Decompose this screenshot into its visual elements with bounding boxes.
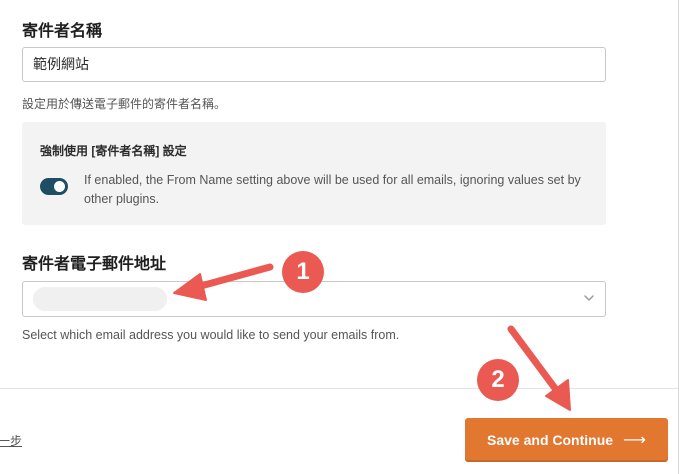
save-and-continue-label: Save and Continue bbox=[487, 432, 614, 448]
from-name-help: 設定用於傳送電子郵件的寄件者名稱。 bbox=[22, 97, 227, 111]
chevron-down-icon bbox=[584, 295, 594, 301]
from-email-help: Select which email address you would lik… bbox=[22, 328, 400, 342]
from-email-label: 寄件者電子郵件地址 bbox=[22, 256, 167, 273]
arrow-right-icon: ⟶ bbox=[623, 432, 646, 449]
force-from-name-description: If enabled, the From Name setting above … bbox=[84, 173, 581, 206]
save-and-continue-button[interactable]: Save and Continue ⟶ bbox=[465, 418, 668, 462]
from-name-input[interactable]: 範例網站 bbox=[22, 47, 606, 82]
redacted-email-value bbox=[33, 287, 167, 311]
toggle-knob bbox=[54, 181, 65, 192]
from-name-label: 寄件者名稱 bbox=[22, 23, 103, 40]
annotation-badge-2: 2 bbox=[477, 359, 519, 401]
annotation-badge-1: 1 bbox=[282, 251, 324, 293]
force-from-name-section: 強制使用 [寄件者名稱] 設定 If enabled, the From Nam… bbox=[22, 122, 606, 225]
setup-wizard-panel: 寄件者名稱 範例網站 設定用於傳送電子郵件的寄件者名稱。 強制使用 [寄件者名稱… bbox=[0, 0, 679, 474]
force-from-name-title: 強制使用 [寄件者名稱] 設定 bbox=[40, 144, 187, 158]
force-from-name-toggle[interactable] bbox=[40, 178, 68, 195]
previous-step-link[interactable]: 上一步 bbox=[0, 432, 22, 449]
footer-divider bbox=[0, 388, 678, 389]
